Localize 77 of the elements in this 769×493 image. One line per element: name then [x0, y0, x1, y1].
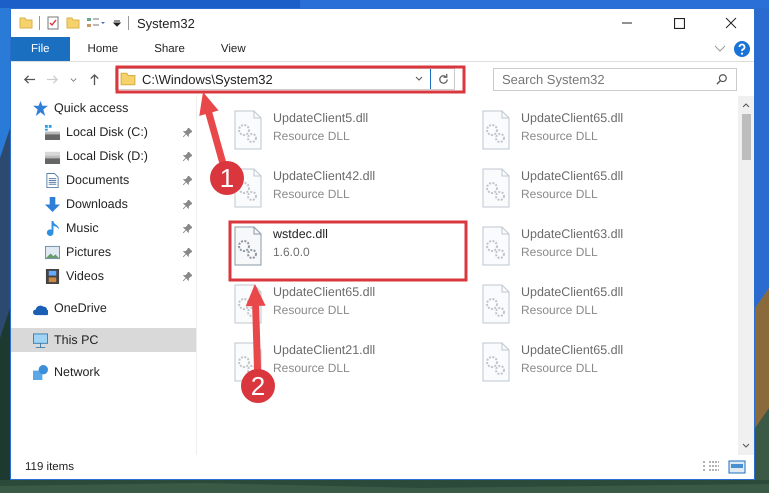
file-name[interactable]: UpdateClient65.dll	[273, 285, 376, 299]
nav-item[interactable]: Videos	[11, 264, 196, 288]
pin-icon[interactable]	[183, 128, 192, 136]
pin-icon[interactable]	[183, 152, 192, 160]
file-name[interactable]: UpdateClient42.dll	[273, 169, 376, 183]
search-icon[interactable]	[716, 72, 728, 84]
callout-arrow	[199, 92, 226, 164]
file-description: Resource DLL	[273, 361, 351, 375]
nav-item[interactable]: Local Disk (C:)	[11, 120, 196, 144]
nav-item[interactable]: Documents	[11, 168, 196, 192]
pin-icon[interactable]	[183, 272, 192, 280]
nav-item[interactable]: OneDrive	[11, 296, 196, 320]
file-description: Resource DLL	[521, 361, 599, 375]
file-description: Resource DLL	[521, 245, 599, 259]
file-description: Resource DLL	[521, 303, 599, 317]
search-field[interactable]: Search System32	[493, 68, 737, 90]
file-name[interactable]: wstdec.dll	[273, 227, 328, 241]
address-path: C:\Windows\System32	[142, 72, 273, 86]
music-note-icon	[45, 220, 60, 236]
file-description: Resource DLL	[273, 187, 351, 201]
window-title: System32	[137, 16, 195, 30]
film-icon	[45, 268, 60, 284]
file-name[interactable]: UpdateClient63.dll	[521, 227, 624, 241]
large-icons-view-icon[interactable]	[728, 460, 746, 474]
document-icon	[45, 172, 60, 188]
dll-file-icon[interactable]	[233, 225, 263, 267]
pin-icon[interactable]	[183, 200, 192, 208]
file-name[interactable]: UpdateClient65.dll	[521, 343, 624, 357]
down-arrow-icon	[45, 196, 60, 212]
pin-icon[interactable]	[183, 224, 192, 232]
file-name[interactable]: UpdateClient65.dll	[521, 169, 624, 183]
nav-item[interactable]: Local Disk (D:)	[11, 144, 196, 168]
ribbon-tab[interactable]: Home	[70, 37, 136, 61]
expand-ribbon-icon[interactable]	[714, 45, 726, 53]
new-folder-icon[interactable]	[66, 16, 80, 30]
scroll-thumb[interactable]	[742, 114, 750, 160]
nav-item[interactable]: Network	[11, 360, 196, 384]
item-count: 119 items	[25, 461, 74, 473]
computer-icon	[33, 332, 48, 348]
network-icon	[33, 364, 48, 380]
maximize-icon	[674, 18, 684, 28]
ribbon-tab[interactable]: View	[202, 37, 264, 61]
nav-item[interactable]: Music	[11, 216, 196, 240]
nav-item[interactable]: Quick access	[11, 96, 196, 120]
step-number-badge: 1	[210, 161, 244, 195]
file-description: Resource DLL	[521, 129, 599, 143]
file-description: Resource DLL	[273, 129, 351, 143]
address-field[interactable]: C:\Windows\System32	[115, 68, 455, 90]
pin-icon[interactable]	[183, 176, 192, 184]
help-icon[interactable]	[734, 41, 750, 57]
ribbon-tab[interactable]: Share	[136, 37, 203, 61]
file-description: Resource DLL	[273, 303, 351, 317]
file-description: Resource DLL	[521, 187, 599, 201]
file-description: 1.6.0.0	[273, 245, 311, 259]
refresh-icon[interactable]	[437, 72, 450, 86]
view-list-icon[interactable]	[86, 16, 106, 30]
ribbon-tab[interactable]: File	[11, 37, 70, 61]
nav-item[interactable]: This PC	[11, 328, 196, 352]
file-name[interactable]: UpdateClient65.dll	[521, 285, 624, 299]
file-name[interactable]: UpdateClient65.dll	[521, 111, 624, 125]
folder-icon	[120, 71, 136, 87]
close-icon	[725, 17, 737, 29]
back-icon[interactable]	[23, 72, 36, 86]
file-name[interactable]: UpdateClient5.dll	[273, 111, 368, 125]
folder-icon[interactable]	[19, 16, 33, 30]
minimize-icon	[621, 22, 633, 24]
drive-icon	[45, 124, 60, 140]
star-icon	[33, 100, 48, 116]
file-name[interactable]: UpdateClient21.dll	[273, 343, 376, 357]
nav-item[interactable]: Downloads	[11, 192, 196, 216]
scrollbar[interactable]	[738, 96, 754, 455]
up-arrow-icon[interactable]	[88, 72, 101, 86]
picture-icon	[45, 244, 60, 260]
step-number-badge: 2	[241, 369, 275, 403]
nav-item[interactable]: Pictures	[11, 240, 196, 264]
properties-icon[interactable]	[46, 16, 60, 30]
pin-icon[interactable]	[183, 248, 192, 256]
